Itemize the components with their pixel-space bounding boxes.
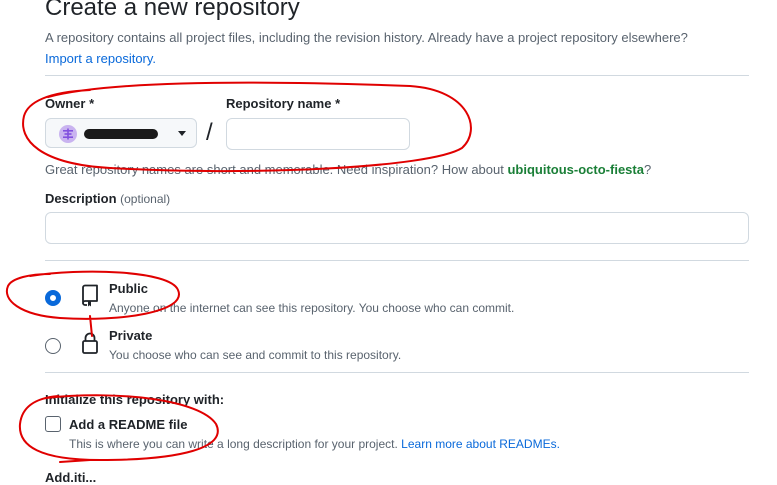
learn-more-readmes-link[interactable]: Learn more about READMEs.: [401, 437, 560, 451]
owner-repo-separator: /: [206, 119, 213, 146]
divider: [45, 372, 749, 373]
public-title: Public: [109, 281, 149, 296]
add-readme-title[interactable]: Add a README file: [69, 417, 187, 432]
description-label: Description (optional): [45, 191, 170, 206]
repository-name-input[interactable]: [226, 118, 410, 150]
owner-label: Owner *: [45, 96, 95, 111]
hint-suffix: ?: [643, 162, 652, 177]
description-input[interactable]: [45, 212, 749, 244]
readme-description-text: This is where you can write a long descr…: [69, 437, 398, 451]
divider: [45, 260, 749, 261]
private-description: You choose who can see and commit to thi…: [109, 348, 402, 362]
suggested-name-link[interactable]: ubiquitous-octo-fiesta: [507, 162, 644, 177]
readme-description: This is where you can write a long descr…: [69, 437, 560, 451]
hint-text: Great repository names are short and mem…: [45, 162, 504, 177]
repo-icon: [78, 283, 102, 307]
public-radio[interactable]: [45, 290, 61, 306]
page-subtitle: A repository contains all project files,…: [45, 30, 688, 45]
initialize-label: Initialize this repository with:: [45, 392, 225, 407]
description-label-text: Description: [45, 191, 117, 206]
import-repository-link[interactable]: Import a repository.: [45, 51, 156, 66]
owner-select[interactable]: [45, 118, 197, 148]
private-radio[interactable]: [45, 338, 61, 354]
lock-icon: [78, 331, 102, 355]
page-title: Create a new repository: [45, 0, 300, 21]
triangle-down-icon: [178, 131, 186, 136]
repository-name-hint: Great repository names are short and mem…: [45, 162, 651, 177]
next-section-heading-partial: Add.iti...: [45, 470, 97, 485]
add-readme-checkbox[interactable]: [45, 416, 61, 432]
owner-avatar-icon: [59, 125, 77, 143]
owner-name-redacted: [84, 129, 158, 139]
public-description: Anyone on the internet can see this repo…: [109, 301, 515, 315]
divider: [45, 75, 749, 76]
repository-name-label: Repository name *: [226, 96, 341, 111]
private-title: Private: [109, 328, 153, 343]
optional-tag: (optional): [120, 192, 171, 206]
